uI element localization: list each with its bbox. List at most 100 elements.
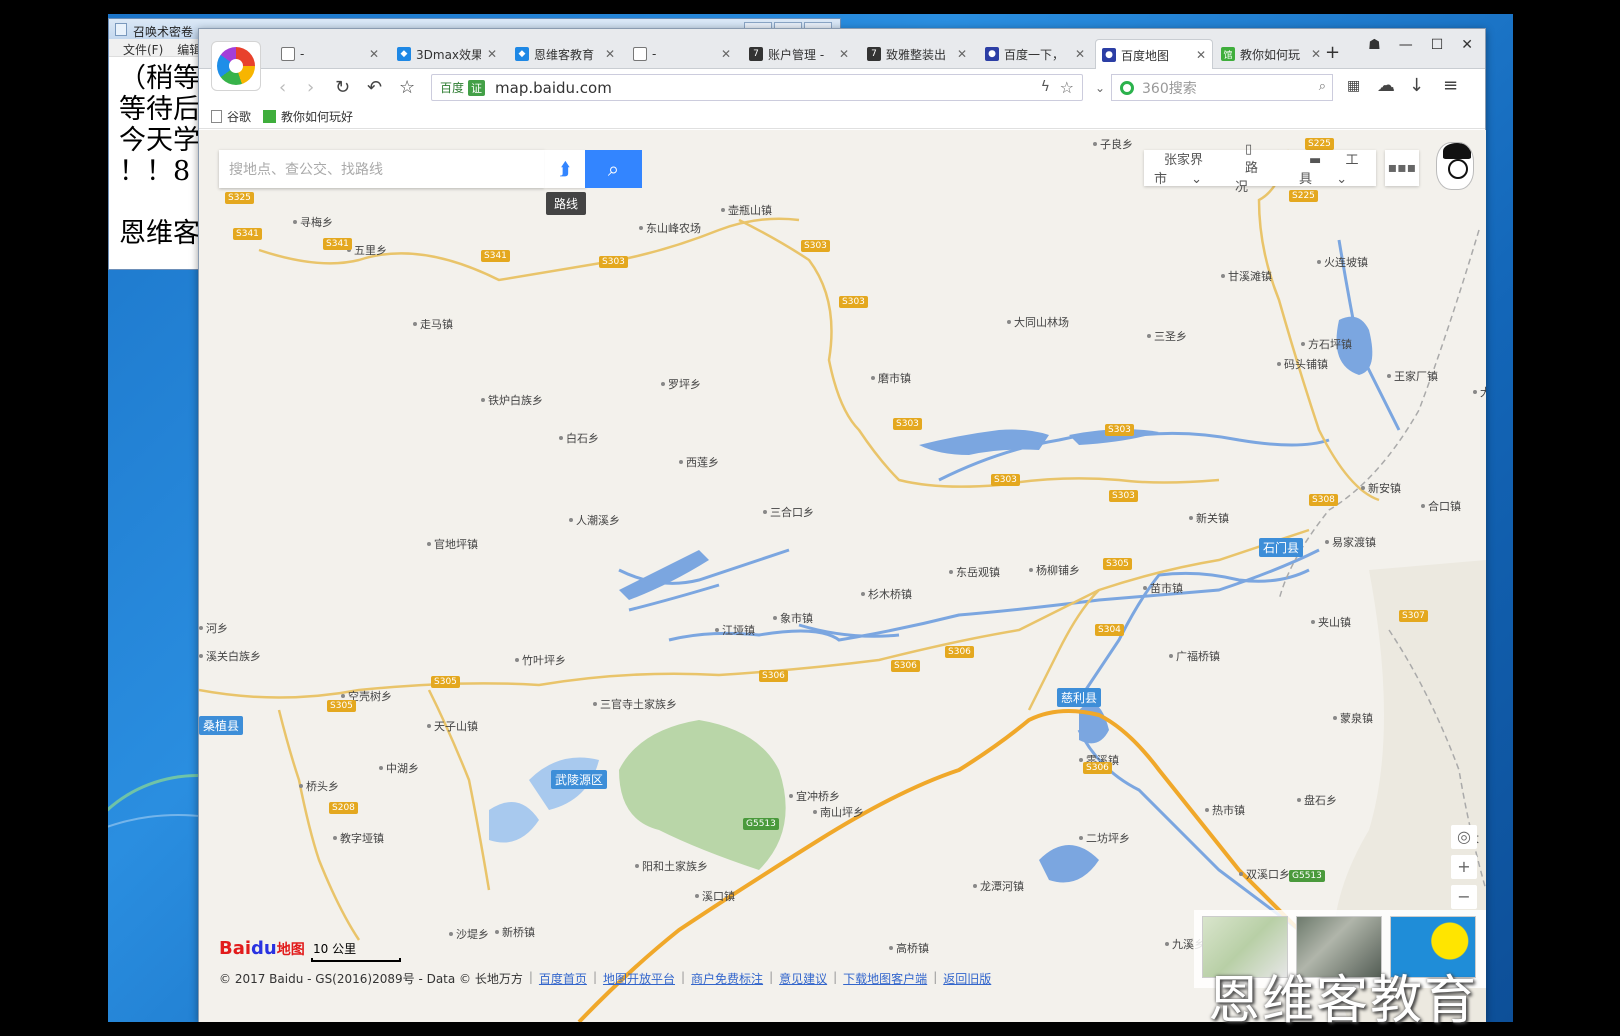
close-tab-icon[interactable]: ✕ [1196, 48, 1206, 62]
place-label[interactable]: 东山峰农场 [639, 220, 701, 236]
place-label[interactable]: 罗坪乡 [661, 376, 701, 392]
tab[interactable]: ◆ 恩维客教育 ✕ [509, 39, 621, 69]
tab[interactable]: ● 百度一下， ✕ [979, 39, 1091, 69]
place-label[interactable]: 苗市镇 [1143, 580, 1183, 596]
place-label[interactable]: 桥头乡 [299, 778, 339, 794]
place-label[interactable]: 新桥镇 [495, 924, 535, 940]
cloud-icon[interactable]: ☁ [1377, 75, 1395, 96]
message-button[interactable]: ▪▪▪ [1385, 150, 1419, 186]
map-search-button[interactable]: ⌕ [585, 150, 642, 188]
footer-link[interactable]: 百度首页 [539, 970, 587, 987]
tools-button[interactable]: ▬ 工具 ⌄ [1289, 149, 1376, 187]
search-box[interactable]: 360搜索 ⌕ [1111, 74, 1333, 101]
tab-active[interactable]: ● 百度地图 ✕ [1095, 39, 1213, 70]
place-label[interactable]: 天子山镇 [427, 718, 478, 734]
tab[interactable]: - ✕ [627, 39, 737, 69]
place-label[interactable]: 沙堤乡 [449, 926, 489, 942]
tab[interactable]: 7 账户管理 - ✕ [743, 39, 855, 69]
place-label[interactable]: 码头铺镇 [1277, 356, 1328, 372]
county-label[interactable]: 桑植县 [199, 716, 244, 735]
close-button[interactable]: ✕ [1461, 37, 1473, 53]
place-label[interactable]: 盘石乡 [1297, 792, 1337, 808]
route-button[interactable]: ⮭ [545, 150, 585, 188]
zoom-out-button[interactable]: − [1451, 885, 1477, 909]
place-label[interactable]: 寻梅乡 [293, 214, 333, 230]
bookmark-item[interactable]: 教你如何玩好 [263, 108, 353, 125]
place-label[interactable]: 二坊坪乡 [1079, 830, 1130, 846]
close-tab-icon[interactable]: ✕ [1311, 47, 1321, 61]
place-label[interactable]: 教字垭镇 [333, 830, 384, 846]
map-search-input[interactable]: 搜地点、查公交、找路线 [219, 150, 545, 188]
place-label[interactable]: 蒙泉镇 [1333, 710, 1373, 726]
place-label[interactable]: 易家渡镇 [1325, 534, 1376, 550]
footer-link[interactable]: 商户免费标注 [691, 970, 763, 987]
place-label[interactable]: 东岳观镇 [949, 564, 1000, 580]
place-label[interactable]: 白石乡 [559, 430, 599, 446]
close-tab-icon[interactable]: ✕ [1075, 47, 1085, 61]
place-label[interactable]: 磨市镇 [871, 370, 911, 386]
tab[interactable]: 馆 教你如何玩 ✕ [1215, 39, 1327, 69]
new-tab-button[interactable]: + [1325, 42, 1340, 63]
place-label[interactable]: 热市镇 [1205, 802, 1245, 818]
bookmark-item[interactable]: 谷歌 [211, 108, 251, 125]
place-label[interactable]: 子良乡 [1093, 136, 1133, 152]
place-label[interactable]: 竹叶坪乡 [515, 652, 566, 668]
place-label[interactable]: 中湖乡 [379, 760, 419, 776]
search-icon[interactable]: ⌕ [1319, 79, 1326, 94]
tab[interactable]: ◆ 3Dmax效果 ✕ [391, 39, 503, 69]
place-label[interactable]: 杨柳铺乡 [1029, 562, 1080, 578]
tab[interactable]: - ✕ [275, 39, 385, 69]
menu-file[interactable]: 文件(F) [123, 41, 163, 57]
place-label[interactable]: 杉木桥镇 [861, 586, 912, 602]
traffic-button[interactable]: ▯ 路况 [1225, 142, 1289, 195]
zoom-in-button[interactable]: + [1451, 855, 1477, 879]
close-tab-icon[interactable]: ✕ [487, 47, 497, 61]
skin-icon[interactable]: ☗ [1368, 37, 1381, 53]
close-tab-icon[interactable]: ✕ [839, 47, 849, 61]
county-label[interactable]: 武陵源区 [551, 770, 608, 789]
place-label[interactable]: 阳和土家族乡 [635, 858, 708, 874]
close-tab-icon[interactable]: ✕ [605, 47, 615, 61]
close-tab-icon[interactable]: ✕ [957, 47, 967, 61]
place-label[interactable]: 河乡 [199, 620, 228, 636]
place-label[interactable]: 溪关白族乡 [199, 648, 261, 664]
close-tab-icon[interactable]: ✕ [369, 47, 379, 61]
favorite-star-icon[interactable]: ☆ [1060, 78, 1074, 97]
place-label[interactable]: 三官寺土家族乡 [593, 696, 677, 712]
place-label[interactable]: 王家厂镇 [1387, 368, 1438, 384]
place-label[interactable]: 宜冲桥乡 [789, 788, 840, 804]
close-tab-icon[interactable]: ✕ [721, 47, 731, 61]
place-label[interactable]: 走马镇 [413, 316, 453, 332]
place-label[interactable]: 夹山镇 [1311, 614, 1351, 630]
place-label[interactable]: 象市镇 [773, 610, 813, 626]
place-label[interactable]: 火连坡镇 [1317, 254, 1368, 270]
place-label[interactable]: 铁炉白族乡 [481, 392, 543, 408]
cert-badge[interactable]: 证 [468, 79, 486, 96]
city-selector[interactable]: 张家界市 ⌄ [1144, 149, 1225, 187]
place-label[interactable]: 溪口镇 [695, 888, 735, 904]
tab[interactable]: 7 致雅整装出 ✕ [861, 39, 973, 69]
browser-logo[interactable] [211, 41, 261, 91]
county-label[interactable]: 慈利县 [1057, 688, 1102, 707]
url-text[interactable]: map.baidu.com [495, 79, 612, 97]
place-label[interactable]: 大 [1473, 384, 1486, 400]
lightning-icon[interactable]: ϟ [1041, 79, 1050, 95]
place-label[interactable]: 南山坪乡 [813, 804, 864, 820]
address-bar[interactable]: 百度 证 map.baidu.com ϟ ☆ [431, 74, 1083, 101]
place-label[interactable]: 官地坪镇 [427, 536, 478, 552]
place-label[interactable]: 新关镇 [1189, 510, 1229, 526]
footer-link[interactable]: 下载地图客户端 [843, 970, 927, 987]
place-label[interactable]: 人潮溪乡 [569, 512, 620, 528]
place-label[interactable]: 双溪口乡 [1239, 866, 1290, 882]
place-label[interactable]: 方石坪镇 [1301, 336, 1352, 352]
forward-icon[interactable]: › [307, 77, 314, 98]
place-label[interactable]: 大同山林场 [1007, 314, 1069, 330]
back-icon[interactable]: ‹ [279, 77, 286, 98]
chevron-down-icon[interactable]: ⌄ [1095, 81, 1105, 95]
place-label[interactable]: 江垭镇 [715, 622, 755, 638]
locate-icon[interactable]: ◎ [1451, 825, 1477, 849]
download-icon[interactable]: ↓ [1409, 75, 1424, 96]
avatar[interactable] [1436, 142, 1474, 190]
place-label[interactable]: 五里乡 [347, 242, 387, 258]
undo-icon[interactable]: ↶ [367, 77, 382, 98]
